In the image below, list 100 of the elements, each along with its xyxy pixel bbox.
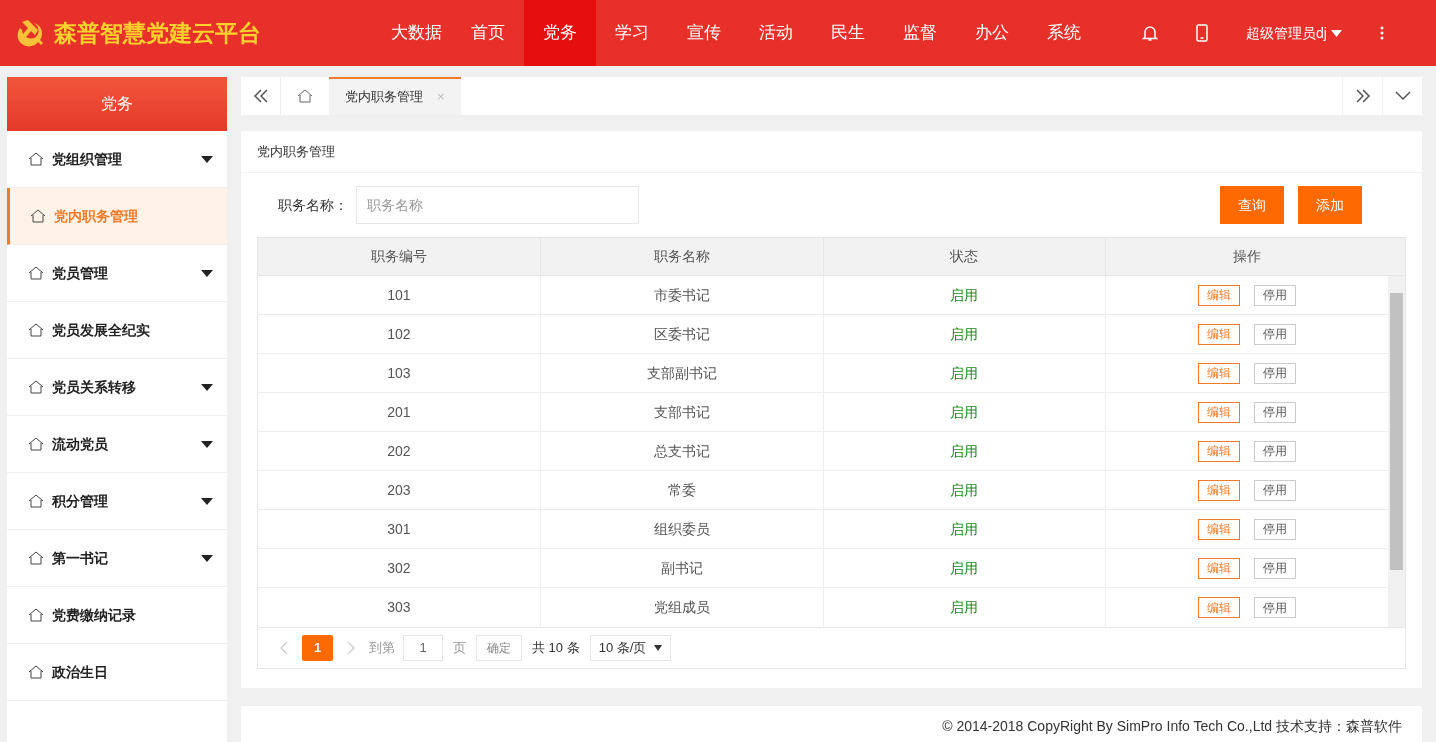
disable-button[interactable]: 停用 (1254, 440, 1297, 462)
sidebar-item[interactable]: 党内职务管理 (7, 188, 227, 245)
nav-tab[interactable]: 大数据 (380, 0, 452, 66)
chevron-down-icon (1394, 91, 1411, 101)
table-cell-text: 201 (387, 402, 411, 422)
table-cell-text: 市委书记 (653, 285, 710, 305)
home-icon (28, 665, 44, 679)
platform-title: 森普智慧党建云平台 (54, 18, 261, 48)
page-size-dropdown[interactable]: 10 条/页 (589, 635, 672, 661)
sidebar-item[interactable]: 党员管理 (7, 245, 227, 302)
table-cell-text: 301 (387, 519, 411, 539)
edit-button[interactable]: 编辑 (1198, 401, 1241, 423)
double-chevron-right-icon (1354, 89, 1371, 103)
column-header: 状态 (950, 247, 979, 266)
table-cell-text: 总支书记 (653, 441, 710, 461)
disable-button[interactable]: 停用 (1254, 401, 1297, 423)
nav-tab[interactable]: 民生 (812, 0, 884, 66)
action-button[interactable]: 添加 (1298, 186, 1362, 224)
edit-button[interactable]: 编辑 (1198, 362, 1241, 384)
sidebar-item[interactable]: 第一书记 (7, 530, 227, 587)
caret-down-icon (1330, 29, 1342, 37)
table-cell-text: 区委书记 (653, 324, 710, 344)
sidebar-header: 党务 (7, 77, 227, 131)
bell-icon[interactable] (1142, 24, 1158, 42)
edit-button[interactable]: 编辑 (1198, 557, 1241, 579)
panel-title: 党内职务管理 (257, 142, 335, 161)
copyright-text: © 2014-2018 CopyRight By SimPro Info Tech Co.,Ltd 技术支持：森普软件 (942, 716, 1402, 736)
table-cell-text: 支部副书记 (646, 363, 717, 383)
table-cell-text: 203 (387, 480, 411, 500)
nav-tab[interactable]: 监督 (884, 0, 956, 66)
table-cell-text: 副书记 (660, 558, 703, 578)
table-cell-text: 102 (387, 324, 411, 344)
edit-button[interactable]: 编辑 (1198, 440, 1241, 462)
sidebar-item-label: 积分管理 (52, 491, 109, 511)
sidebar-item-label: 第一书记 (52, 548, 109, 568)
disable-button[interactable]: 停用 (1254, 557, 1297, 579)
sidebar-item[interactable]: 党员发展全纪实 (7, 302, 227, 359)
nav-tab[interactable]: 首页 (452, 0, 524, 66)
status-text: 启用 (950, 441, 979, 461)
sidebar-item[interactable]: 流动党员 (7, 416, 227, 473)
previous-page-icon[interactable] (280, 641, 288, 655)
column-header: 职务编号 (370, 247, 427, 266)
user-menu[interactable]: 超级管理员dj (1246, 22, 1342, 44)
filter-label: 职务名称： (278, 195, 348, 215)
disable-button[interactable]: 停用 (1254, 597, 1297, 618)
page-number-field[interactable]: 1 (403, 635, 443, 661)
action-button[interactable]: 查询 (1220, 186, 1284, 224)
edit-button[interactable]: 编辑 (1198, 284, 1241, 306)
disable-button[interactable]: 停用 (1254, 479, 1297, 501)
edit-button[interactable]: 编辑 (1198, 518, 1241, 540)
status-text: 启用 (950, 519, 979, 539)
status-text: 启用 (950, 324, 979, 344)
confirm-button[interactable]: 确定 (476, 635, 522, 661)
disable-button[interactable]: 停用 (1254, 518, 1297, 540)
table-cell-text: 组织委员 (653, 519, 710, 539)
next-page-icon[interactable] (347, 641, 355, 655)
page-button[interactable]: 1 (302, 635, 333, 661)
home-icon (297, 89, 313, 103)
table-cell-text: 103 (387, 363, 411, 383)
sidebar-item-label: 党员发展全纪实 (52, 320, 151, 340)
nav-tab[interactable]: 党务 (524, 0, 596, 66)
disable-button[interactable]: 停用 (1254, 284, 1297, 306)
sidebar-item[interactable]: 积分管理 (7, 473, 227, 530)
page-unit-label: 页 (453, 639, 466, 658)
table-cell-text: 101 (387, 285, 411, 305)
status-text: 启用 (950, 558, 979, 578)
nav-tab[interactable]: 办公 (956, 0, 1028, 66)
page-tab[interactable]: 党内职务管理 × (329, 77, 461, 115)
home-icon (28, 494, 44, 508)
disable-button[interactable]: 停用 (1254, 362, 1297, 384)
more-options-icon[interactable] (1379, 26, 1384, 40)
sidebar-item[interactable]: 党费缴纳记录 (7, 587, 227, 644)
nav-tab[interactable]: 宣传 (668, 0, 740, 66)
status-text: 启用 (950, 285, 979, 305)
position-name-field[interactable]: 职务名称 (356, 186, 639, 224)
sidebar-item-label: 政治生日 (52, 662, 109, 682)
column-header: 操作 (1233, 247, 1262, 266)
home-icon (28, 551, 44, 565)
sidebar-item-label: 党员关系转移 (52, 377, 137, 397)
table-cell-text: 常委 (667, 480, 696, 500)
edit-button[interactable]: 编辑 (1198, 323, 1241, 345)
home-icon (30, 209, 46, 223)
sidebar-item[interactable]: 党员关系转移 (7, 359, 227, 416)
nav-tab[interactable]: 学习 (596, 0, 668, 66)
disable-button[interactable]: 停用 (1254, 323, 1297, 345)
nav-tab[interactable]: 活动 (740, 0, 812, 66)
table-cell-text: 支部书记 (653, 402, 710, 422)
edit-button[interactable]: 编辑 (1198, 597, 1241, 618)
table-cell-text: 党组成员 (653, 598, 710, 617)
column-header: 职务名称 (653, 247, 710, 266)
mobile-phone-icon[interactable] (1196, 24, 1208, 42)
status-text: 启用 (950, 598, 979, 617)
edit-button[interactable]: 编辑 (1198, 479, 1241, 501)
nav-tab[interactable]: 系统 (1028, 0, 1100, 66)
status-text: 启用 (950, 402, 979, 422)
goto-label: 到第 (369, 639, 395, 658)
sidebar-item[interactable]: 政治生日 (7, 644, 227, 701)
sidebar-item-label: 流动党员 (52, 434, 109, 454)
home-icon (28, 266, 44, 280)
status-text: 启用 (950, 480, 979, 500)
